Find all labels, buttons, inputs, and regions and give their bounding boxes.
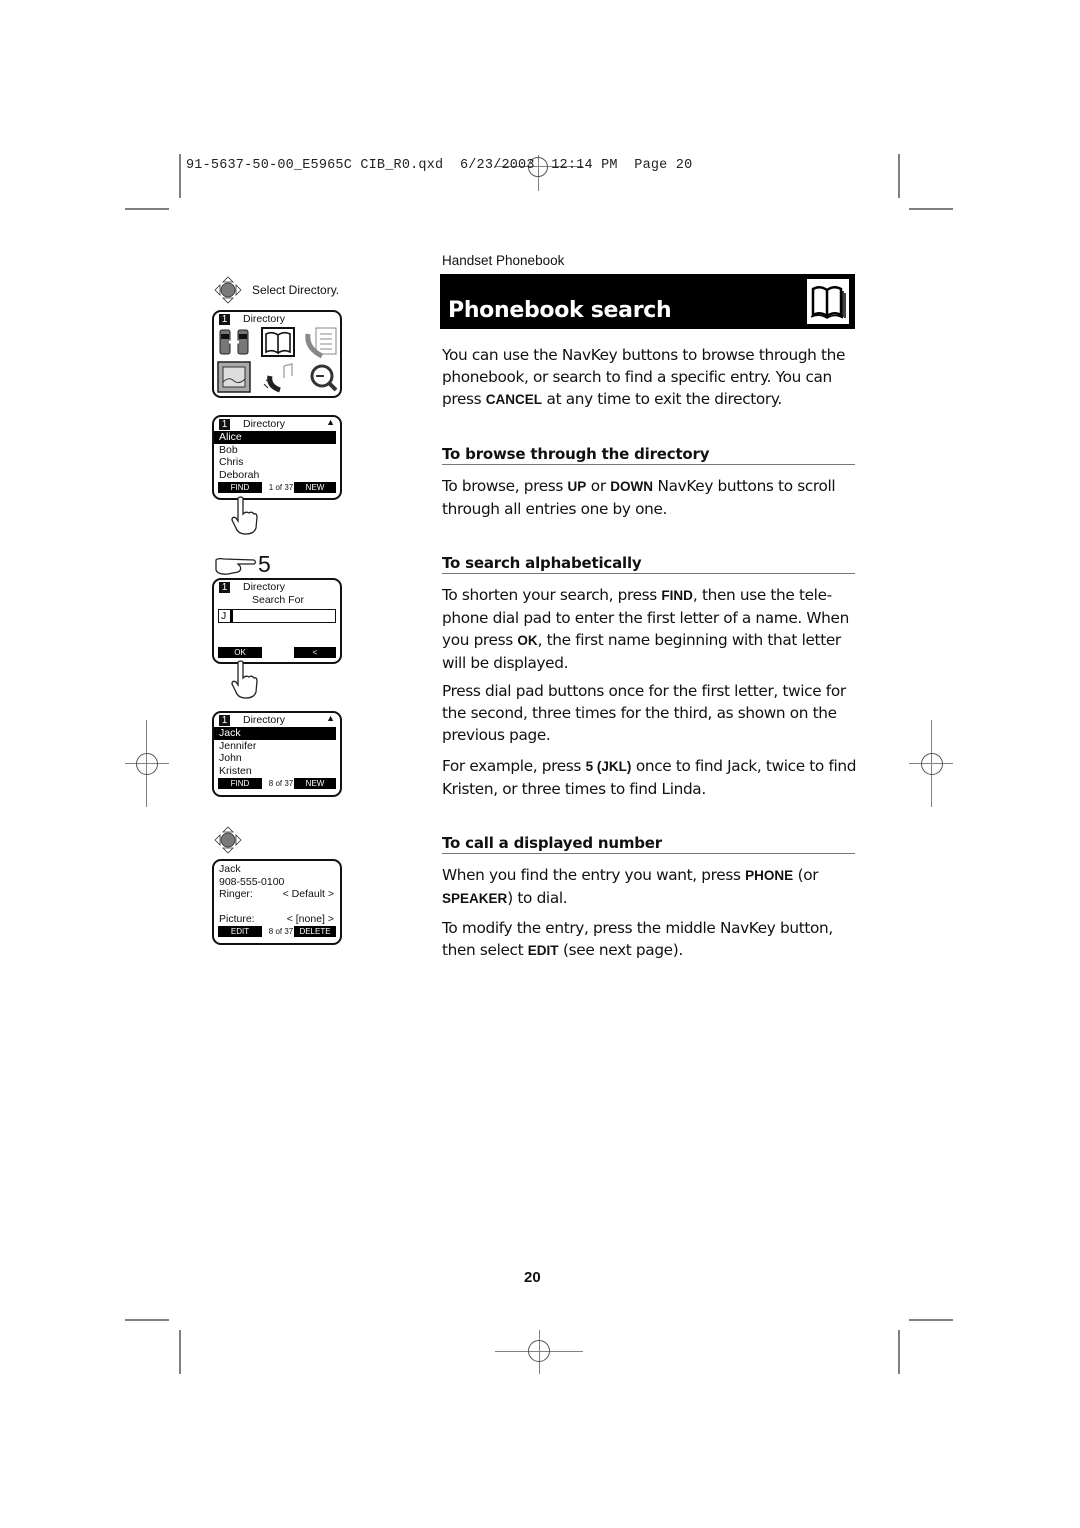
print-slug: 91-5637-50-00_E5965C CIB_R0.qxd 6/23/200…	[186, 158, 693, 173]
lcd-menu-screen: 1 Directory	[212, 310, 342, 398]
heading-call: To call a displayed number	[442, 834, 855, 854]
list-entry: Kristen	[219, 764, 252, 777]
text-cursor	[230, 610, 233, 622]
screen-title: Directory	[243, 581, 286, 593]
crop-mark	[898, 1330, 900, 1374]
crop-mark	[125, 208, 169, 210]
picture-row: Picture: < [none] >	[219, 912, 334, 925]
lcd-entry-detail: Jack 908-555-0100 Ringer: < Default > Pi…	[212, 859, 342, 945]
key-label: EDIT	[527, 943, 559, 958]
softkey-new: NEW	[294, 482, 336, 493]
page-title: Phonebook search	[448, 298, 672, 323]
paragraph-search-3: For example, press 5 (JKL) once to find …	[442, 757, 857, 798]
entry-phone: 908-555-0100	[219, 875, 285, 888]
entry-count: 8 of 37	[268, 927, 294, 936]
picture-icon	[217, 361, 251, 393]
softkey-find: FIND	[218, 482, 262, 493]
section-label: Handset Phonebook	[442, 253, 565, 268]
paragraph-search-2: Press dial pad buttons once for the firs…	[442, 682, 846, 744]
key-label: FIND	[661, 588, 693, 603]
key-label: 5 (JKL)	[585, 759, 632, 774]
search-subtitle: Search For	[252, 594, 304, 606]
handset-number: 1	[219, 419, 230, 430]
ringer-icon	[263, 363, 293, 393]
book-icon	[806, 278, 850, 325]
list-entry: Jennifer	[219, 739, 257, 752]
key-label: PHONE	[745, 868, 794, 883]
handset-number: 1	[219, 582, 230, 593]
handset-number: 1	[219, 715, 230, 726]
list-entry: John	[219, 752, 242, 764]
softkey-find: FIND	[218, 778, 262, 789]
softkey-new: NEW	[294, 778, 336, 789]
lcd-search-screen: 1 Directory Search For J OK <	[212, 578, 342, 664]
call-log-icon	[305, 327, 337, 359]
list-entry-selected: Alice	[214, 431, 336, 444]
intercom-icon	[219, 329, 249, 355]
crop-mark	[125, 1319, 169, 1321]
phonebook-icon	[261, 327, 295, 357]
page-number: 20	[524, 1269, 541, 1286]
entry-count: 1 of 37	[268, 483, 294, 492]
key-label: DOWN	[610, 479, 654, 494]
paragraph-browse: To browse, press UP or DOWN NavKey butto…	[442, 477, 836, 518]
title-bar: Phonebook search	[440, 274, 855, 329]
crop-mark	[179, 154, 181, 198]
handset-number: 1	[219, 314, 230, 325]
lcd-directory-list-1: 1 Directory ▲ Alice Bob Chris Deborah FI…	[212, 415, 342, 500]
key-label: UP	[567, 479, 587, 494]
entry-name: Jack	[219, 863, 241, 875]
key-label: OK	[517, 633, 538, 648]
crop-mark	[909, 1319, 953, 1321]
screen-title: Directory	[243, 714, 286, 726]
search-icon	[310, 364, 338, 392]
softkey-ok: OK	[218, 647, 262, 658]
list-entry: Bob	[219, 443, 238, 456]
crop-mark	[179, 1330, 181, 1374]
lcd-directory-list-2: 1 Directory ▲ Jack Jennifer John Kristen…	[212, 711, 342, 797]
screen-title: Directory	[243, 313, 286, 325]
screen-title: Directory	[243, 418, 286, 430]
list-entry: Chris	[219, 456, 244, 468]
key-label: SPEAKER	[442, 891, 508, 906]
heading-search: To search alphabetically	[442, 554, 855, 574]
softkey-back: <	[294, 647, 336, 658]
heading-browse: To browse through the directory	[442, 445, 855, 465]
step-caption: Select Directory.	[252, 283, 340, 297]
navkey-icon	[214, 826, 242, 854]
paragraph-call-2: To modify the entry, press the middle Na…	[442, 919, 833, 959]
scroll-updown-icon: ▲	[326, 417, 335, 427]
scroll-updown-icon: ▲	[326, 713, 335, 723]
navkey-icon	[214, 276, 242, 304]
list-entry-selected: Jack	[214, 727, 336, 740]
key-cancel: CANCEL	[485, 392, 543, 407]
softkey-edit: EDIT	[218, 926, 262, 937]
step-key-number: 5	[258, 551, 271, 577]
intro-paragraph: You can use the NavKey buttons to browse…	[442, 346, 846, 408]
crop-mark	[898, 154, 900, 198]
ringer-row: Ringer: < Default >	[219, 888, 334, 900]
softkey-delete: DELETE	[294, 926, 336, 937]
search-input: J	[218, 609, 336, 623]
crop-mark	[909, 208, 953, 210]
paragraph-call-1: When you find the entry you want, press …	[442, 866, 819, 907]
list-entry: Deborah	[219, 468, 260, 481]
entry-count: 8 of 37	[268, 779, 294, 788]
paragraph-search-1: To shorten your search, press FIND, then…	[442, 586, 849, 672]
pointing-hand-icon	[228, 496, 260, 540]
pointing-hand-icon	[228, 660, 260, 704]
